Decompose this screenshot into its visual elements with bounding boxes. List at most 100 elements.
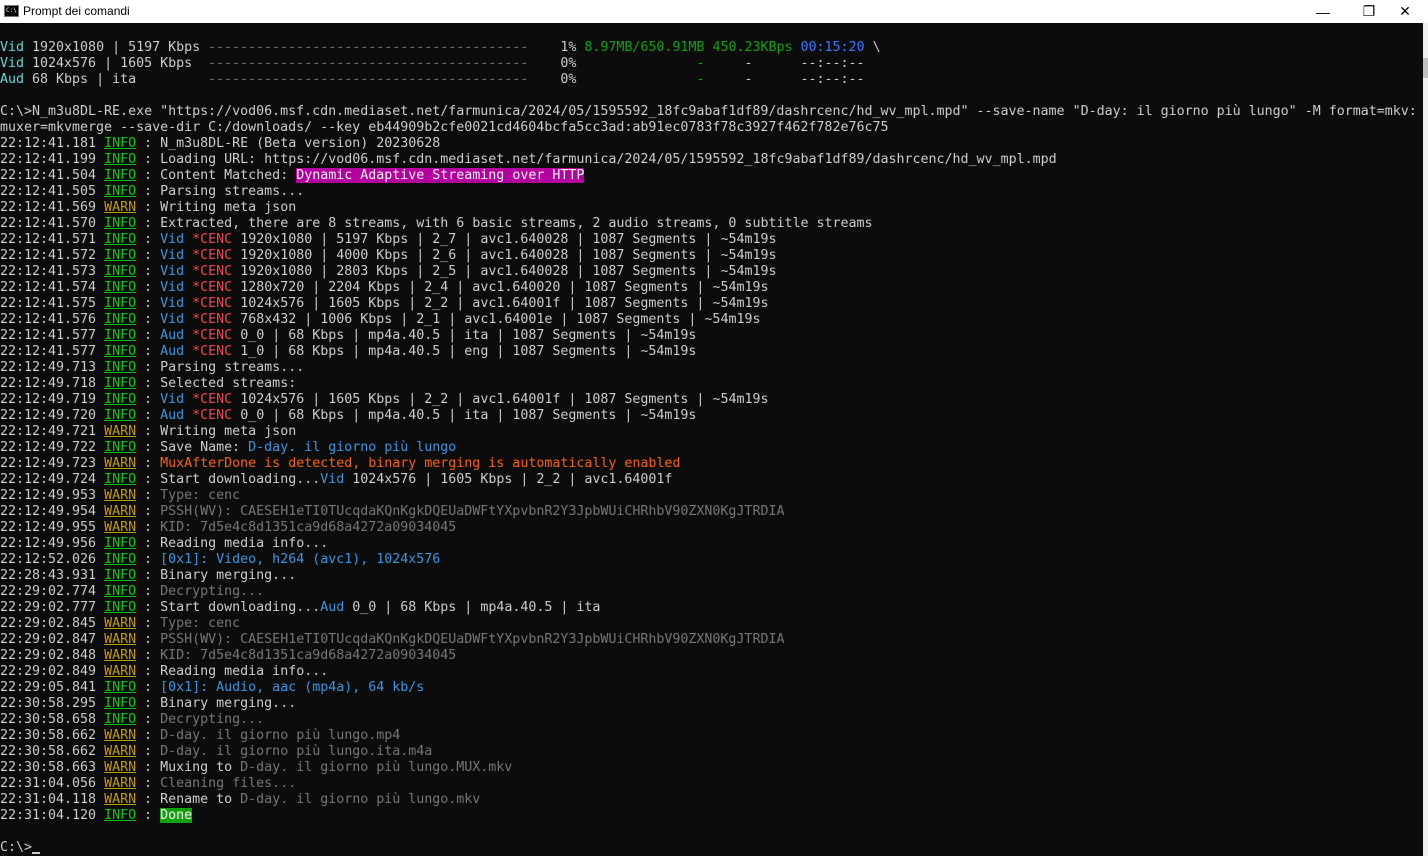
log-message: Type: cenc — [160, 488, 241, 503]
log-level: INFO — [104, 808, 137, 823]
log-level: INFO — [104, 472, 137, 487]
log-message: Parsing streams... — [160, 360, 305, 375]
progress-line: Aud 68 Kbps | ita ----------------------… — [0, 72, 865, 88]
log-timestamp: 22:12:52.026 — [0, 552, 97, 567]
vertical-scrollbar[interactable] — [1423, 23, 1428, 856]
log-line: 22:12:49.722 INFO : Save Name: D-day. il… — [0, 440, 457, 455]
log-message: [0x1]: Video, h264 (avc1), 1024x576 — [160, 552, 441, 567]
log-timestamp: 22:12:41.573 — [0, 264, 97, 279]
log-message: Type: cenc — [160, 616, 241, 631]
log-line: 22:29:02.848 WARN : KID: 7d5e4c8d1351ca9… — [0, 648, 457, 663]
progress-spinner: \ — [872, 40, 881, 55]
minimize-icon: — — [1316, 3, 1330, 20]
log-message: 0_0 | 68 Kbps | mp4a.40.5 | ita | 1087 S… — [240, 408, 697, 423]
log-line: 22:12:41.570 INFO : Extracted, there are… — [0, 216, 873, 231]
scrollbar-thumb[interactable] — [1423, 58, 1428, 78]
log-level: INFO — [104, 280, 137, 295]
progress-percent: 0% — [560, 72, 577, 87]
log-line: 22:28:43.931 INFO : Binary merging... — [0, 568, 297, 583]
log-message: Decrypting... — [160, 584, 265, 599]
log-level: INFO — [104, 248, 137, 263]
log-message: Aud — [320, 600, 353, 615]
log-message: KID: 7d5e4c8d1351ca9d68a4272a09034045 — [160, 648, 457, 663]
log-message: Binary merging... — [160, 696, 297, 711]
log-message: PSSH(WV): CAESEH1eTI0TUcqdaKQnKgkDQEUaDW… — [160, 632, 785, 647]
log-timestamp: 22:12:49.723 — [0, 456, 97, 471]
stream-type: Vid — [0, 40, 25, 55]
log-timestamp: 22:31:04.056 — [0, 776, 97, 791]
log-line: 22:12:49.720 INFO : Aud *CENC 0_0 | 68 K… — [0, 408, 697, 423]
log-line: 22:29:02.849 WARN : Reading media info..… — [0, 664, 329, 679]
log-timestamp: 22:30:58.658 — [0, 712, 97, 727]
command-line: muxer=mkvmerge --save-dir C:/downloads/ … — [0, 120, 889, 136]
log-line: 22:12:49.954 WARN : PSSH(WV): CAESEH1eTI… — [0, 504, 785, 519]
log-level: WARN — [104, 424, 137, 439]
log-message: N_m3u8DL-RE (Beta version) 20230628 — [160, 136, 441, 151]
minimize-button[interactable]: — — [1300, 0, 1346, 23]
log-line: 22:30:58.663 WARN : Muxing to D-day. il … — [0, 760, 513, 775]
log-message: Aud — [160, 328, 193, 343]
progress-speed: - — [744, 72, 753, 87]
log-message: Done — [160, 808, 193, 823]
log-message: *CENC — [192, 264, 241, 279]
log-level: WARN — [104, 664, 137, 679]
log-message: Extracted, there are 8 streams, with 6 b… — [160, 216, 873, 231]
log-message: 1024x576 | 1605 Kbps | 2_2 | avc1.64001f — [352, 472, 673, 487]
log-timestamp: 22:12:41.569 — [0, 200, 97, 215]
stream-desc: 1024x576 | 1605 Kbps — [32, 56, 193, 71]
log-level: WARN — [104, 632, 137, 647]
close-button[interactable]: ✕ — [1382, 0, 1428, 23]
log-message: PSSH(WV): CAESEH1eTI0TUcqdaKQnKgkDQEUaDW… — [160, 504, 785, 519]
log-message: Vid — [160, 392, 193, 407]
log-line: 22:12:41.569 WARN : Writing meta json — [0, 200, 297, 215]
log-timestamp: 22:12:41.574 — [0, 280, 97, 295]
log-line: 22:31:04.118 WARN : Rename to D-day. il … — [0, 792, 481, 807]
log-level: WARN — [104, 520, 137, 535]
log-level: INFO — [104, 360, 137, 375]
log-level: INFO — [104, 184, 137, 199]
log-timestamp: 22:12:41.577 — [0, 344, 97, 359]
progress-eta: --:--:-- — [800, 72, 865, 87]
log-message: Vid — [160, 312, 193, 327]
log-message: *CENC — [192, 312, 241, 327]
log-level: INFO — [104, 312, 137, 327]
log-level: INFO — [104, 536, 137, 551]
progress-size: 8.97MB/650.91MB — [584, 40, 705, 55]
log-message: Decrypting... — [160, 712, 265, 727]
stream-type: Aud — [0, 72, 25, 87]
log-line: 22:12:49.724 INFO : Start downloading...… — [0, 472, 673, 487]
log-level: WARN — [104, 616, 137, 631]
cmd-icon: C:\ — [4, 5, 19, 17]
log-message: Writing meta json — [160, 424, 297, 439]
log-message: D-day. il giorno più lungo.mkv — [240, 792, 481, 807]
log-level: INFO — [104, 264, 137, 279]
log-level: INFO — [104, 232, 137, 247]
console-output[interactable]: Vid 1920x1080 | 5197 Kbps --------------… — [0, 23, 1423, 856]
log-timestamp: 22:12:49.713 — [0, 360, 97, 375]
log-level: INFO — [104, 168, 137, 183]
log-line: 22:12:41.573 INFO : Vid *CENC 1920x1080 … — [0, 264, 777, 279]
log-line: 22:31:04.056 WARN : Cleaning files... — [0, 776, 297, 791]
log-line: 22:12:41.181 INFO : N_m3u8DL-RE (Beta ve… — [0, 136, 441, 151]
progress-size: - — [696, 72, 705, 87]
log-timestamp: 22:29:05.841 — [0, 680, 97, 695]
maximize-icon: ❐ — [1362, 3, 1376, 19]
log-level: WARN — [104, 776, 137, 791]
log-level: INFO — [104, 696, 137, 711]
progress-speed: - — [744, 56, 753, 71]
log-line: 22:12:52.026 INFO : [0x1]: Video, h264 (… — [0, 552, 441, 567]
log-line: 22:12:49.719 INFO : Vid *CENC 1024x576 |… — [0, 392, 769, 407]
log-level: WARN — [104, 504, 137, 519]
log-message: Cleaning files... — [160, 776, 297, 791]
log-message: D-day. il giorno più lungo.ita.m4a — [160, 744, 433, 759]
log-timestamp: 22:12:41.572 — [0, 248, 97, 263]
log-level: INFO — [104, 136, 137, 151]
log-line: 22:12:41.505 INFO : Parsing streams... — [0, 184, 305, 199]
log-timestamp: 22:29:02.848 — [0, 648, 97, 663]
progress-bar: ---------------------------------------- — [208, 56, 529, 71]
log-message: Parsing streams... — [160, 184, 305, 199]
log-timestamp: 22:29:02.847 — [0, 632, 97, 647]
log-message: *CENC — [192, 280, 241, 295]
log-line: 22:12:49.721 WARN : Writing meta json — [0, 424, 297, 439]
log-message: 1280x720 | 2204 Kbps | 2_4 | avc1.640020… — [240, 280, 769, 295]
